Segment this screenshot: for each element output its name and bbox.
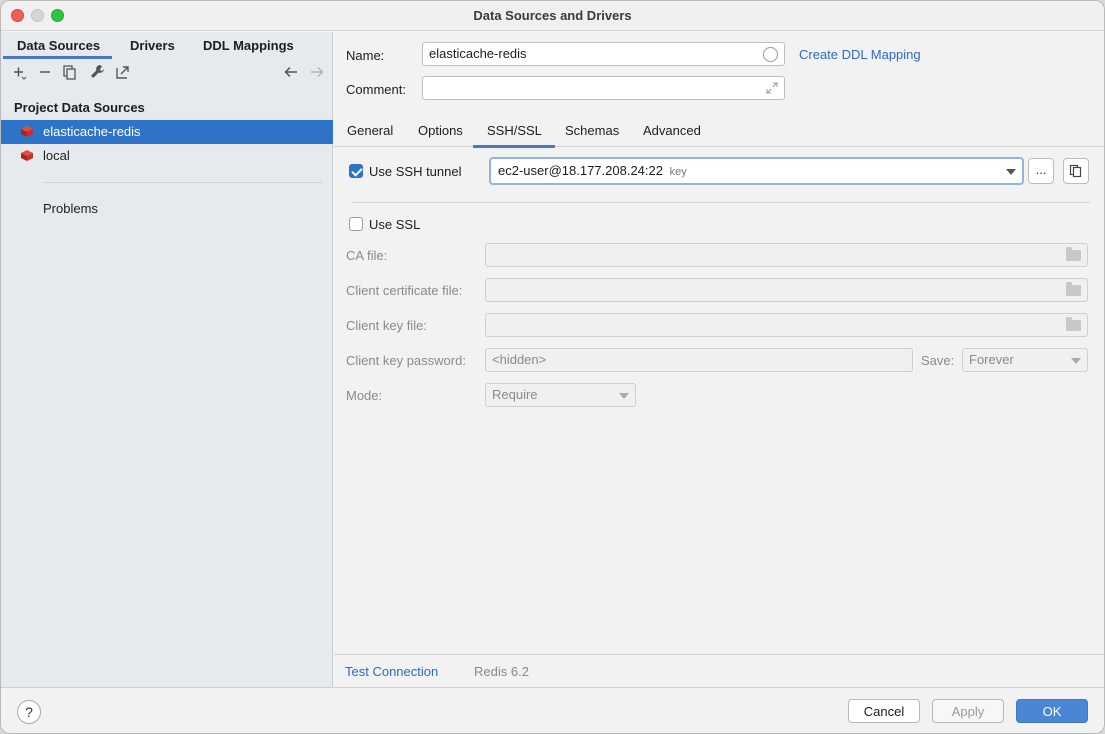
folder-icon[interactable] [1066, 282, 1081, 296]
wrench-icon[interactable] [88, 62, 106, 82]
folder-icon[interactable] [1066, 317, 1081, 331]
chevron-down-icon [1006, 169, 1016, 175]
right-panel: Name: elasticache-redis Create DDL Mappi… [334, 32, 1104, 687]
ssh-copy-button[interactable] [1063, 158, 1089, 184]
status-circle-icon [763, 47, 778, 62]
ssh-tunnel-select[interactable]: ec2-user@18.177.208.24:22 key [489, 157, 1024, 185]
tab-general[interactable]: General [347, 123, 393, 138]
help-button[interactable]: ? [17, 700, 41, 724]
use-ssh-tunnel-checkbox[interactable] [349, 164, 363, 178]
left-toolbar [1, 62, 332, 84]
title-bar: Data Sources and Drivers [1, 1, 1104, 31]
back-arrow-icon[interactable] [282, 62, 300, 82]
tab-drivers[interactable]: Drivers [130, 38, 175, 53]
left-divider [43, 182, 322, 183]
comment-label: Comment: [346, 82, 406, 97]
chevron-down-icon [619, 393, 629, 399]
client-certificate-input[interactable] [485, 278, 1088, 302]
tab-schemas[interactable]: Schemas [565, 123, 619, 138]
client-key-password-input[interactable]: <hidden> [485, 348, 913, 372]
name-input[interactable]: elasticache-redis [422, 42, 785, 66]
project-data-sources-heading: Project Data Sources [14, 100, 145, 115]
client-key-file-input[interactable] [485, 313, 1088, 337]
use-ssh-tunnel-label: Use SSH tunnel [369, 164, 462, 179]
tab-ddl-mappings[interactable]: DDL Mappings [203, 38, 294, 53]
ssh-tunnel-value: ec2-user@18.177.208.24:22 [498, 163, 663, 178]
bottom-bar: ? Cancel Apply OK [1, 687, 1104, 733]
redis-icon [21, 150, 33, 161]
chevron-down-icon [1071, 358, 1081, 364]
create-ddl-mapping-link[interactable]: Create DDL Mapping [799, 47, 921, 62]
mode-label: Mode: [346, 388, 383, 403]
save-select[interactable]: Forever [962, 348, 1088, 372]
save-label: Save: [921, 353, 955, 368]
data-source-label: local [43, 148, 70, 163]
cancel-button[interactable]: Cancel [848, 699, 920, 723]
ca-file-input[interactable] [485, 243, 1088, 267]
test-connection-link[interactable]: Test Connection [345, 664, 438, 679]
comment-input[interactable] [422, 76, 785, 100]
ssh-tunnel-hint: key [669, 166, 687, 178]
folder-icon[interactable] [1066, 247, 1081, 261]
data-source-item-local[interactable]: local [1, 144, 333, 168]
ssh-more-button[interactable]: ... [1028, 158, 1054, 184]
client-key-password-label: Client key password: [346, 353, 466, 368]
forward-arrow-icon[interactable] [308, 62, 326, 82]
name-label: Name: [346, 48, 385, 63]
add-icon[interactable] [11, 62, 29, 82]
expand-icon[interactable] [766, 82, 778, 94]
tab-ssh-ssl[interactable]: SSH/SSL [473, 123, 555, 148]
save-value: Forever [969, 352, 1014, 367]
mode-value: Require [492, 387, 538, 402]
client-key-file-label: Client key file: [346, 318, 427, 333]
ca-file-label: CA file: [346, 248, 388, 263]
settings-tabs: General Options SSH/SSL Schemas Advanced [334, 119, 1104, 148]
data-source-label: elasticache-redis [43, 124, 141, 139]
copy-icon [1069, 164, 1082, 178]
driver-version: Redis 6.2 [474, 664, 529, 679]
duplicate-icon[interactable] [61, 62, 79, 82]
window-title: Data Sources and Drivers [473, 8, 632, 23]
data-source-item-elasticache-redis[interactable]: elasticache-redis [1, 120, 333, 144]
client-certificate-label: Client certificate file: [346, 283, 463, 298]
use-ssl-label: Use SSL [369, 217, 421, 232]
tab-options[interactable]: Options [418, 123, 463, 138]
tab-data-sources[interactable]: Data Sources [2, 38, 113, 59]
status-bar: Test Connection Redis 6.2 [334, 654, 1104, 687]
problems-item[interactable]: Problems [43, 201, 98, 216]
mode-select[interactable]: Require [485, 383, 636, 407]
left-tabs: Data Sources Drivers DDL Mappings [1, 32, 332, 59]
tab-advanced[interactable]: Advanced [643, 123, 701, 138]
redis-icon [21, 126, 33, 137]
apply-button[interactable]: Apply [932, 699, 1004, 723]
ok-button[interactable]: OK [1016, 699, 1088, 723]
ssh-ssl-divider [352, 202, 1090, 203]
open-external-icon[interactable] [113, 62, 131, 82]
dialog-window: Data Sources and Drivers Data Sources Dr… [0, 0, 1105, 734]
remove-icon[interactable] [36, 62, 54, 82]
use-ssl-checkbox[interactable] [349, 217, 363, 231]
left-panel: Data Sources Drivers DDL Mappings Projec… [1, 32, 333, 687]
name-value: elasticache-redis [429, 46, 527, 61]
client-key-password-value: <hidden> [492, 352, 547, 367]
